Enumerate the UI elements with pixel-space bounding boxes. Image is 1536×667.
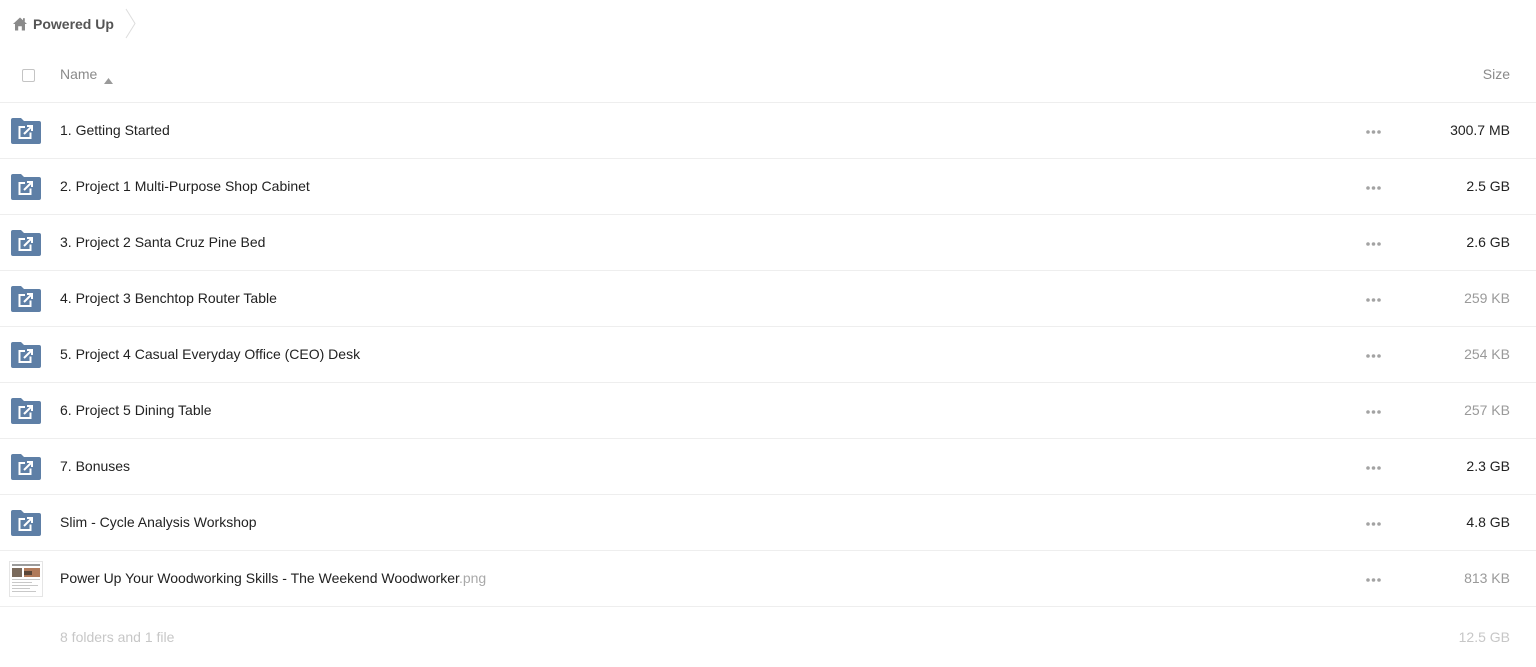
more-actions-icon[interactable] — [1363, 181, 1385, 193]
breadcrumb: Powered Up — [0, 0, 160, 47]
file-name-base: Slim - Cycle Analysis Workshop — [60, 514, 257, 530]
file-browser: Powered Up Name Size 1. Getting Started 3… — [0, 0, 1536, 667]
shared-folder-icon — [10, 173, 42, 201]
file-size: 2.3 GB — [1466, 458, 1510, 474]
select-all-checkbox[interactable] — [22, 69, 35, 82]
file-size: 4.8 GB — [1466, 514, 1510, 530]
file-name-base: Power Up Your Woodworking Skills - The W… — [60, 570, 459, 586]
name-column-header[interactable]: Name — [60, 66, 114, 84]
file-list: 1. Getting Started 300.7 MB 2. Project 1 M… — [0, 103, 1536, 607]
file-size: 2.5 GB — [1466, 178, 1510, 194]
file-size: 254 KB — [1464, 346, 1510, 362]
file-name-base: 4. Project 3 Benchtop Router Table — [60, 290, 277, 306]
file-size: 813 KB — [1464, 570, 1510, 586]
sort-ascending-icon — [104, 71, 114, 84]
file-size: 300.7 MB — [1450, 122, 1510, 138]
more-actions-icon[interactable] — [1363, 237, 1385, 249]
file-list-summary: 8 folders and 1 file 12.5 GB — [0, 607, 1536, 667]
file-name-base: 6. Project 5 Dining Table — [60, 402, 212, 418]
name-column-label: Name — [60, 66, 98, 82]
file-row[interactable]: Power Up Your Woodworking Skills - The W… — [0, 551, 1536, 607]
file-name[interactable]: 6. Project 5 Dining Table — [60, 402, 212, 418]
shared-folder-icon — [10, 285, 42, 313]
summary-total-size: 12.5 GB — [1458, 629, 1510, 645]
more-actions-icon[interactable] — [1363, 461, 1385, 473]
file-name[interactable]: 3. Project 2 Santa Cruz Pine Bed — [60, 234, 265, 250]
shared-folder-icon — [10, 117, 42, 145]
file-name[interactable]: 4. Project 3 Benchtop Router Table — [60, 290, 277, 306]
file-name[interactable]: 7. Bonuses — [60, 458, 130, 474]
file-row[interactable]: 4. Project 3 Benchtop Router Table 259 KB — [0, 271, 1536, 327]
file-size: 257 KB — [1464, 402, 1510, 418]
shared-folder-icon — [10, 397, 42, 425]
shared-folder-icon — [10, 453, 42, 481]
shared-folder-icon — [10, 229, 42, 257]
file-row[interactable]: 5. Project 4 Casual Everyday Office (CEO… — [0, 327, 1536, 383]
file-row[interactable]: 6. Project 5 Dining Table 257 KB — [0, 383, 1536, 439]
file-name[interactable]: 1. Getting Started — [60, 122, 170, 138]
file-extension: .png — [458, 570, 487, 586]
file-size: 2.6 GB — [1466, 234, 1510, 250]
file-name-base: 1. Getting Started — [60, 122, 170, 138]
more-actions-icon[interactable] — [1363, 573, 1385, 585]
summary-count: 8 folders and 1 file — [60, 629, 175, 645]
file-name-base: 2. Project 1 Multi-Purpose Shop Cabinet — [60, 178, 310, 194]
file-name-base: 5. Project 4 Casual Everyday Office (CEO… — [60, 346, 361, 362]
file-name[interactable]: 5. Project 4 Casual Everyday Office (CEO… — [60, 346, 360, 362]
shared-folder-icon — [10, 341, 42, 369]
file-row[interactable]: 2. Project 1 Multi-Purpose Shop Cabinet 2… — [0, 159, 1536, 215]
file-size: 259 KB — [1464, 290, 1510, 306]
breadcrumb-separator-icon — [124, 0, 138, 47]
home-icon — [12, 16, 28, 32]
more-actions-icon[interactable] — [1363, 125, 1385, 137]
file-name-base: 3. Project 2 Santa Cruz Pine Bed — [60, 234, 266, 250]
more-actions-icon[interactable] — [1363, 349, 1385, 361]
file-row[interactable]: 3. Project 2 Santa Cruz Pine Bed 2.6 GB — [0, 215, 1536, 271]
breadcrumb-home[interactable]: Powered Up — [0, 0, 124, 47]
file-row[interactable]: Slim - Cycle Analysis Workshop 4.8 GB — [0, 495, 1536, 551]
breadcrumb-home-label: Powered Up — [33, 15, 114, 32]
shared-folder-icon — [10, 509, 42, 537]
file-row[interactable]: 1. Getting Started 300.7 MB — [0, 103, 1536, 159]
file-name[interactable]: Slim - Cycle Analysis Workshop — [60, 514, 257, 530]
file-row[interactable]: 7. Bonuses 2.3 GB — [0, 439, 1536, 495]
more-actions-icon[interactable] — [1363, 293, 1385, 305]
file-name[interactable]: 2. Project 1 Multi-Purpose Shop Cabinet — [60, 178, 310, 194]
image-thumbnail-icon — [9, 561, 43, 597]
more-actions-icon[interactable] — [1363, 405, 1385, 417]
file-name[interactable]: Power Up Your Woodworking Skills - The W… — [60, 570, 486, 586]
file-name-base: 7. Bonuses — [60, 458, 131, 474]
size-column-header[interactable]: Size — [1483, 66, 1510, 82]
file-list-header: Name Size — [0, 47, 1536, 103]
more-actions-icon[interactable] — [1363, 517, 1385, 529]
